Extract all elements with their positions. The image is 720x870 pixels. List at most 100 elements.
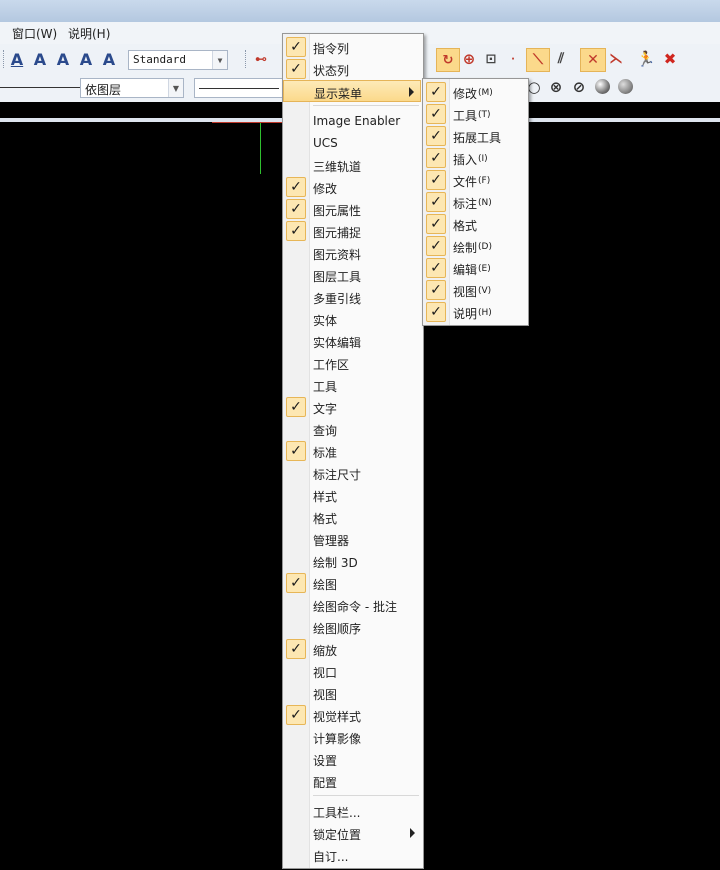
menu-item[interactable]: 锁定位置 <box>283 822 421 844</box>
toolbar-grip[interactable] <box>245 50 248 68</box>
snap-clear-icon[interactable]: ✖ <box>660 49 680 69</box>
snap-intersection-icon[interactable]: ✕ <box>580 48 606 72</box>
menu-item[interactable]: 实体 <box>283 308 421 330</box>
menu-item[interactable]: 查询 <box>283 418 421 440</box>
submenu-item[interactable]: ✓ 文件 (F) <box>423 169 526 191</box>
checkmark-icon: ✓ <box>286 441 306 461</box>
menu-item[interactable]: ✓ 状态列 <box>283 58 421 80</box>
snap-node-icon[interactable]: · <box>506 50 520 68</box>
submenu-item[interactable]: ✓ 拓展工具 <box>423 125 526 147</box>
menu-item-label: 视口 <box>313 666 338 680</box>
menu-item[interactable]: 标注尺寸 <box>283 462 421 484</box>
menu-item[interactable]: ✓ 文字 <box>283 396 421 418</box>
text-find-icon[interactable]: A <box>77 49 95 69</box>
lineweight-select[interactable] <box>194 78 286 98</box>
menu-item[interactable]: ✓ 图元属性 <box>283 198 421 220</box>
menu-item[interactable]: 图层工具 <box>283 264 421 286</box>
text-underline-icon[interactable]: A <box>8 49 26 69</box>
menu-item[interactable]: Image Enabler <box>283 110 421 132</box>
checkmark-icon: ✓ <box>426 170 446 190</box>
menu-item[interactable]: 管理器 <box>283 528 421 550</box>
chevron-down-icon[interactable]: ▼ <box>168 79 183 97</box>
layer-select[interactable]: 依图层 ▼ <box>80 78 184 98</box>
menu-item[interactable]: 绘制 3D <box>283 550 421 572</box>
snap-perpendicular-icon[interactable]: ⟍ <box>526 48 550 72</box>
submenu-item[interactable]: ✓ 绘制 (D) <box>423 235 526 257</box>
menu-item[interactable]: ✓ 标准 <box>283 440 421 462</box>
checkmark-icon: ✓ <box>286 221 306 241</box>
submenu-item[interactable]: ✓ 标注 (N) <box>423 191 526 213</box>
toolbar-grip[interactable] <box>3 50 6 68</box>
menu-item[interactable]: 绘图命令 - 批注 <box>283 594 421 616</box>
visual-style-hidden-icon[interactable]: ⊗ <box>547 78 565 96</box>
checkmark-icon: ✓ <box>286 59 306 79</box>
menu-item[interactable]: 工具 <box>283 374 421 396</box>
submenu-item[interactable]: ✓ 视图 (V) <box>423 279 526 301</box>
menu-item-label: 实体 <box>313 314 338 328</box>
visual-style-realistic-icon[interactable] <box>595 79 610 94</box>
menu-item-label: 实体编辑 <box>313 336 362 350</box>
snap-endpoint-icon[interactable]: ⊷ <box>252 51 270 67</box>
menu-item[interactable]: 图元资料 <box>283 242 421 264</box>
menu-item[interactable]: ✓ 视觉样式 <box>283 704 421 726</box>
menu-item[interactable]: 多重引线 <box>283 286 421 308</box>
menu-item-label: 工具 <box>313 380 338 394</box>
submenu-item[interactable]: ✓ 格式 <box>423 213 526 235</box>
menu-help[interactable]: 说明(H) <box>68 25 110 42</box>
menu-item-label: 视觉样式 <box>313 710 362 724</box>
menu-item-show-menu[interactable]: 显示菜单 <box>283 80 421 102</box>
menu-item[interactable]: 绘图顺序 <box>283 616 421 638</box>
menu-item-label: 工作区 <box>313 358 350 372</box>
menu-item[interactable]: 计算影像 <box>283 726 421 748</box>
menu-item[interactable]: 工作区 <box>283 352 421 374</box>
submenu-item[interactable]: ✓ 插入 (I) <box>423 147 526 169</box>
menu-item[interactable]: 三维轨道 <box>283 154 421 176</box>
menu-item[interactable]: ✓ 指令列 <box>283 36 421 58</box>
menu-item[interactable]: ✓ 缩放 <box>283 638 421 660</box>
menu-item-label: 图元捕捉 <box>313 226 362 240</box>
checkmark-icon: ✓ <box>286 639 306 659</box>
menu-item-label: 拓展工具 <box>453 131 502 145</box>
menu-item[interactable]: ✓ 修改 <box>283 176 421 198</box>
menu-item-accelerator: (H) <box>478 308 492 318</box>
submenu-item[interactable]: ✓ 工具 (T) <box>423 103 526 125</box>
menu-item[interactable]: 自订... <box>283 844 421 866</box>
menu-item[interactable]: 样式 <box>283 484 421 506</box>
menu-item-label: Image Enabler <box>313 114 401 128</box>
submenu-arrow-icon <box>409 87 414 97</box>
running-man-icon[interactable]: 🏃 <box>636 49 656 69</box>
menu-item-label: 修改 <box>313 182 338 196</box>
text-single-icon[interactable]: A <box>31 49 49 69</box>
snap-insert-icon[interactable]: ⊡ <box>482 50 500 68</box>
visual-style-3dwire-icon[interactable]: ⊘ <box>570 78 588 96</box>
text-edit-icon[interactable]: A <box>54 49 72 69</box>
checkmark-icon: ✓ <box>426 192 446 212</box>
submenu-item[interactable]: ✓ 修改 (M) <box>423 81 526 103</box>
menu-item-label: 多重引线 <box>313 292 362 306</box>
menu-item[interactable]: 工具栏... <box>283 800 421 822</box>
display-menu-submenu: ✓ 修改 (M) ✓ 工具 (T) ✓ 拓展工具 ✓ 插入 (I) ✓ 文件 (F) ✓ 标注 (N) ✓ 格式 ✓ 绘… <box>422 78 529 326</box>
text-scale-icon[interactable]: A <box>100 49 118 69</box>
menu-item[interactable]: 实体编辑 <box>283 330 421 352</box>
menu-window[interactable]: 窗口(W) <box>12 25 57 42</box>
menu-item-label: 文件 <box>453 175 478 189</box>
checkmark-icon: ✓ <box>426 126 446 146</box>
menu-item[interactable]: 设置 <box>283 748 421 770</box>
snap-quadrant-icon[interactable]: ⊕ <box>460 50 478 68</box>
submenu-item[interactable]: ✓ 说明 (H) <box>423 301 526 323</box>
submenu-item[interactable]: ✓ 编辑 (E) <box>423 257 526 279</box>
chevron-down-icon[interactable]: ▼ <box>212 51 227 69</box>
text-style-select[interactable]: Standard ▼ <box>128 50 228 70</box>
menu-item[interactable]: ✓ 绘图 <box>283 572 421 594</box>
menu-item[interactable]: 格式 <box>283 506 421 528</box>
snap-apparent-icon[interactable]: ⋋ <box>606 50 626 68</box>
menu-item[interactable]: ✓ 图元捕捉 <box>283 220 421 242</box>
menu-item[interactable]: 配置 <box>283 770 421 792</box>
menu-item-accelerator: (T) <box>478 110 491 120</box>
visual-style-conceptual-icon[interactable] <box>618 79 633 94</box>
snap-parallel-icon[interactable]: ⫽ <box>552 50 570 68</box>
snap-tangent-icon[interactable]: ↻ <box>436 48 460 72</box>
menu-item[interactable]: UCS <box>283 132 421 154</box>
menu-item[interactable]: 视图 <box>283 682 421 704</box>
menu-item[interactable]: 视口 <box>283 660 421 682</box>
